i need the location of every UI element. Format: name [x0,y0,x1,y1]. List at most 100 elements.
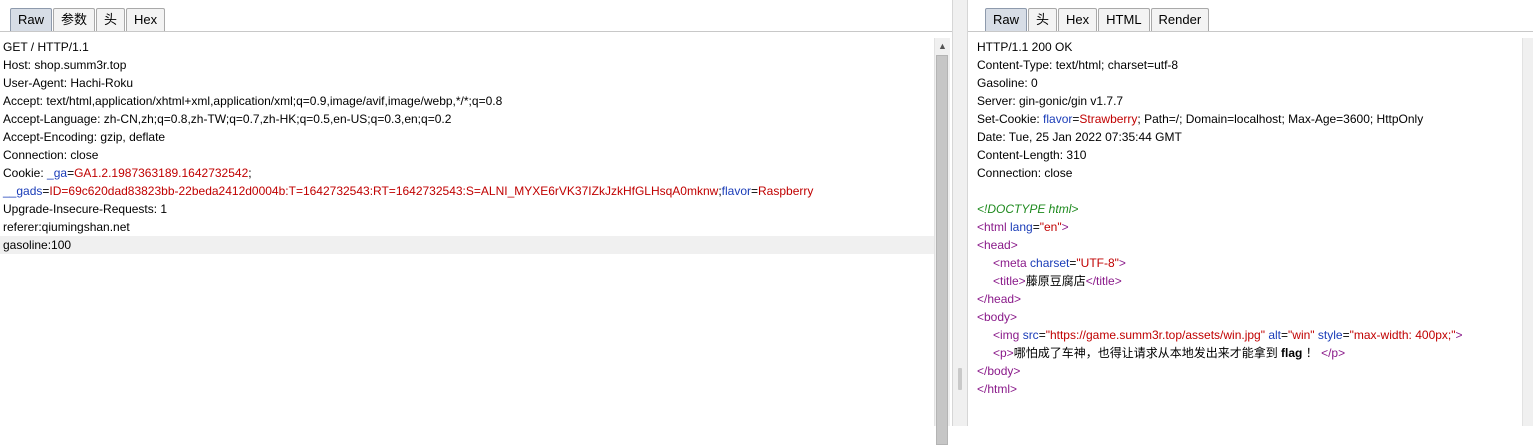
request-editor[interactable]: GET / HTTP/1.1 Host: shop.summ3r.top Use… [0,38,934,426]
body-html-close: </html> [974,380,1521,398]
body-p: <p>哪怕成了车神，也得让请求从本地发出来才能拿到 flag ！ </p> [974,344,1521,362]
request-header-accept-language: Accept-Language: zh-CN,zh;q=0.8,zh-TW;q=… [3,112,452,126]
cookie-ga-name: _ga [47,166,68,180]
cookie-eq: = [751,184,759,198]
cookie-prefix: Cookie: [3,166,48,180]
cookie-gads-value: ID=69c620dad83823bb-22beda2412d0004b:T=1… [49,184,719,198]
tag: > [1118,256,1126,270]
attr: style [1317,328,1343,342]
set-cookie-prefix: Set-Cookie: [977,112,1044,126]
request-header-cookie: Cookie: _ga=GA1.2.1987363189.1642732542; [0,164,934,182]
request-header-referer: referer:qiumingshan.net [3,220,130,234]
response-header-date: Date: Tue, 25 Jan 2022 07:35:44 GMT [977,130,1182,144]
tag: <p> [993,346,1014,360]
request-tab-raw[interactable]: Raw [10,8,53,31]
tag: > [1455,328,1463,342]
tag: </body> [977,364,1021,378]
request-tabbar: Raw 参数 头 Hex [0,0,952,32]
response-header-server: Server: gin-gonic/gin v1.7.7 [977,94,1124,108]
response-header-content-type: Content-Type: text/html; charset=utf-8 [977,58,1179,72]
request-pane: Raw 参数 头 Hex GET / HTTP/1.1 Host: shop.s… [0,0,952,445]
request-header-accept-encoding: Accept-Encoding: gzip, deflate [3,130,166,144]
doctype: <!DOCTYPE html> [977,202,1079,216]
tag: </title> [1085,274,1122,288]
request-header-upgrade: Upgrade-Insecure-Requests: 1 [3,202,168,216]
request-tab-headers[interactable]: 头 [96,8,126,31]
response-tab-headers[interactable]: 头 [1028,8,1058,31]
cookie-ga-value: GA1.2.1987363189.1642732542 [74,166,249,180]
pane-splitter[interactable] [952,0,968,426]
attr: charset [1030,256,1070,270]
request-header-accept: Accept: text/html,application/xhtml+xml,… [3,94,503,108]
response-tab-html[interactable]: HTML [1098,8,1150,31]
body-doctype: <!DOCTYPE html> [974,200,1521,218]
tag: <html [977,220,1011,234]
set-cookie-rest: ; Path=/; Domain=localhost; Max-Age=3600… [1137,112,1424,126]
request-header-connection: Connection: close [3,148,99,162]
request-scrollbar[interactable]: ▲ [934,38,950,445]
set-cookie-value: Strawberry [1079,112,1138,126]
p-text: 哪怕成了车神，也得让请求从本地发出来才能拿到 [1013,346,1282,360]
body-body-close: </body> [974,362,1521,380]
cookie-gads-name: __gads [3,184,43,198]
response-tab-raw[interactable]: Raw [985,8,1028,31]
attr-value: "max-width: 400px;" [1349,328,1456,342]
response-header-connection: Connection: close [977,166,1073,180]
tag: </p> [1321,346,1346,360]
response-header-gasoline: Gasoline: 0 [977,76,1038,90]
response-header-set-cookie: Set-Cookie: flavor=Strawberry; Path=/; D… [974,110,1521,128]
request-tab-params[interactable]: 参数 [53,8,96,31]
attr-value: "https://game.summ3r.top/assets/win.jpg" [1045,328,1265,342]
set-cookie-name: flavor [1043,112,1073,126]
eq: = [1032,220,1040,234]
tag: </head> [977,292,1022,306]
tag: > [1061,220,1069,234]
attr: alt [1268,328,1282,342]
cookie-sep: ; [248,166,252,180]
request-header-host: Host: shop.summ3r.top [3,58,127,72]
request-tab-hex[interactable]: Hex [126,8,166,31]
body-head-open: <head> [974,236,1521,254]
body-title: <title>藤原豆腐店</title> [974,272,1521,290]
response-tab-hex[interactable]: Hex [1058,8,1098,31]
scroll-up-arrow-icon[interactable]: ▲ [935,38,950,54]
request-header-user-agent: User-Agent: Hachi-Roku [3,76,134,90]
p-text-end: ！ [1302,346,1322,360]
attr-value: "UTF-8" [1076,256,1119,270]
response-tab-render[interactable]: Render [1150,8,1210,31]
attr: lang [1010,220,1033,234]
request-header-gasoline: gasoline:100 [0,236,934,254]
response-tabbar: Raw 头 Hex HTML Render [968,0,1533,32]
cookie-flavor-name: flavor [721,184,751,198]
body-body-open: <body> [974,308,1521,326]
tag: <head> [977,238,1018,252]
body-html-open: <html lang="en"> [974,218,1521,236]
request-line: GET / HTTP/1.1 [3,40,89,54]
response-status-line: HTTP/1.1 200 OK [977,40,1073,54]
attr: src [1022,328,1039,342]
body-meta: <meta charset="UTF-8"> [974,254,1521,272]
tag: <title> [993,274,1026,288]
response-header-content-length: Content-Length: 310 [977,148,1087,162]
response-scrollbar[interactable] [1522,38,1533,426]
response-editor[interactable]: HTTP/1.1 200 OK Content-Type: text/html;… [974,38,1521,426]
body-img: <img src="https://game.summ3r.top/assets… [974,326,1521,344]
cookie-flavor-value: Raspberry [758,184,814,198]
body-head-close: </head> [974,290,1521,308]
splitter-grip-icon[interactable] [958,368,962,390]
response-pane: Raw 头 Hex HTML Render HTTP/1.1 200 OK Co… [968,0,1533,426]
p-flag-text: flag [1281,346,1303,360]
eq: = [1038,328,1046,342]
attr-value: "en" [1039,220,1062,234]
tag: <img [993,328,1023,342]
request-header-cookie-cont: __gads = ID=69c620dad83823bb-22beda2412d00… [0,182,934,200]
eq: = [1281,328,1289,342]
tag: <meta [993,256,1031,270]
tag: <body> [977,310,1018,324]
tag: </html> [977,382,1018,396]
title-text: 藤原豆腐店 [1025,274,1086,288]
request-scrollbar-thumb[interactable] [936,55,948,445]
attr-value: "win" [1288,328,1315,342]
eq: = [1342,328,1350,342]
